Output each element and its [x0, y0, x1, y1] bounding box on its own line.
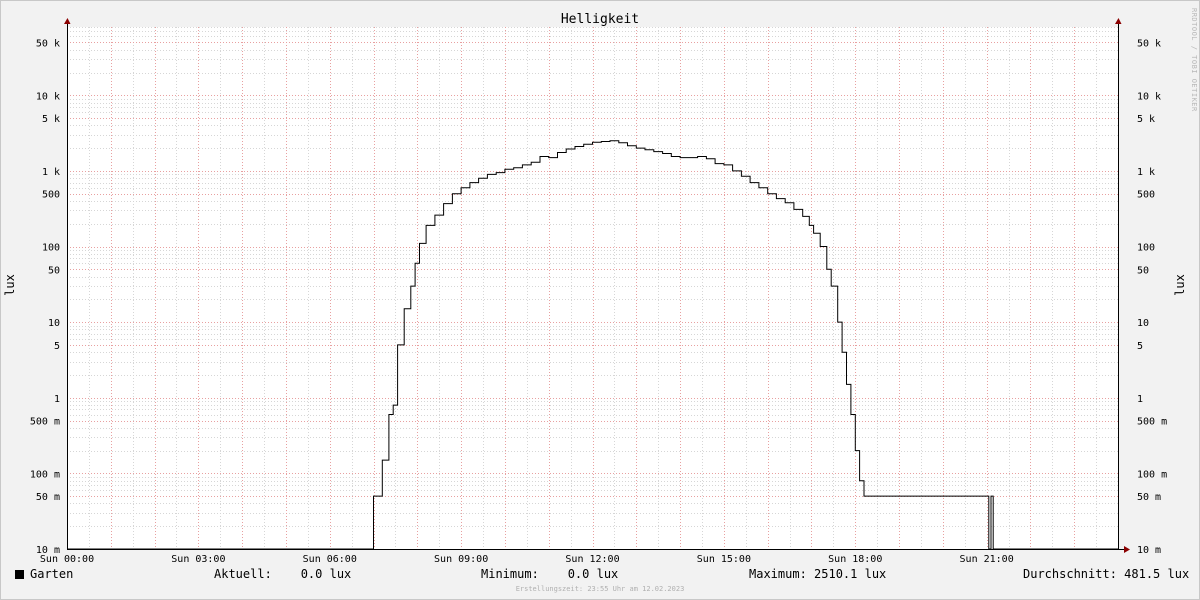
y-tick-label-right: 10 k [1137, 91, 1161, 102]
y-tick-label-left: 5 [54, 341, 60, 352]
legend-series-name: Garten [30, 567, 74, 581]
y-tick-label-left: 500 [42, 190, 60, 201]
y-tick-label-right: 100 [1137, 243, 1155, 254]
y-tick-label-left: 100 m [30, 469, 60, 480]
legend-current: Aktuell: 0.0 lux [214, 567, 352, 581]
y-tick-label-right: 10 [1137, 318, 1149, 329]
y-tick-label-right: 500 m [1137, 417, 1167, 428]
y-axis-arrow-right [1115, 18, 1122, 24]
x-tick-label: Sun 06:00 [303, 554, 357, 565]
x-axis-arrow [1124, 546, 1130, 553]
x-tick-label: Sun 03:00 [171, 554, 225, 565]
y-tick-label-right: 5 [1137, 341, 1143, 352]
y-tick-label-right: 10 m [1137, 545, 1161, 556]
footer-timestamp: Erstellungszeit: 23:55 Uhr am 12.02.2023 [515, 585, 685, 593]
y-axis-arrow-left [64, 18, 71, 24]
y-tick-label-left: 100 [42, 243, 60, 254]
y-tick-label-left: 500 m [30, 417, 60, 428]
y-tick-label-left: 1 k [42, 167, 60, 178]
x-tick-label: Sun 12:00 [565, 554, 619, 565]
x-tick-label: Sun 21:00 [960, 554, 1014, 565]
x-tick-label: Sun 00:00 [40, 554, 94, 565]
legend-minimum: Minimum: 0.0 lux [481, 567, 619, 581]
y-tick-label-right: 1 [1137, 394, 1143, 405]
y-tick-label-right: 50 k [1137, 38, 1161, 49]
y-tick-label-right: 500 [1137, 190, 1155, 201]
y-tick-label-right: 100 m [1137, 469, 1167, 480]
y-tick-label-left: 5 k [42, 114, 60, 125]
y-tick-label-right: 1 k [1137, 167, 1155, 178]
x-tick-label: Sun 18:00 [828, 554, 882, 565]
x-tick-label: Sun 09:00 [434, 554, 488, 565]
y-tick-label-left: 50 k [36, 38, 60, 49]
y-tick-label-left: 10 k [36, 91, 60, 102]
y-tick-label-left: 10 [48, 318, 60, 329]
y-tick-label-right: 5 k [1137, 114, 1155, 125]
y-tick-label-left: 50 m [36, 492, 60, 503]
plot-area [67, 27, 1118, 549]
y-tick-label-right: 50 [1137, 265, 1149, 276]
chart-canvas: 10 m 10 m50 m 50 m100 m 100 m500 m 500 m1 15 5… [30, 18, 1167, 565]
legend-swatch [15, 570, 24, 579]
y-tick-label-left: 50 [48, 265, 60, 276]
y-tick-label-left: 1 [54, 394, 60, 405]
legend-average: Durchschnitt: 481.5 lux [1023, 567, 1190, 581]
x-tick-label: Sun 15:00 [697, 554, 751, 565]
y-tick-label-right: 50 m [1137, 492, 1161, 503]
legend-maximum: Maximum: 2510.1 lux [749, 567, 887, 581]
